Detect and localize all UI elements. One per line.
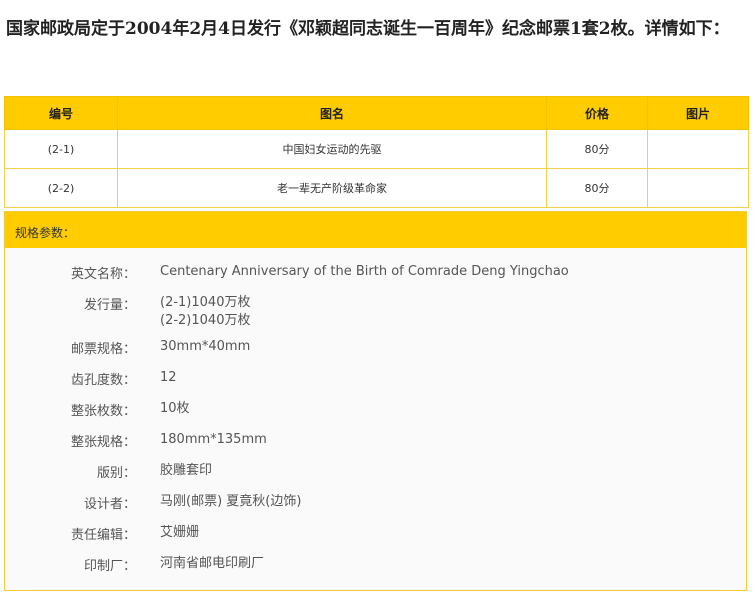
row-price: 80分 <box>546 168 648 208</box>
intro-paragraph: 国家邮政局定于2004年2月4日发行《邓颖超同志诞生一百周年》纪念邮票1套2枚。… <box>6 19 730 39</box>
spec-value: Centenary Anniversary of the Birth of Co… <box>160 264 569 279</box>
spec-label: 版别： <box>96 466 136 481</box>
row-name: 中国妇女运动的先驱 <box>117 129 547 169</box>
row-image <box>647 129 749 169</box>
specs-title: 规格参数： <box>5 212 746 248</box>
spec-value: (2-2)1040万枚 <box>160 313 251 328</box>
spec-label: 责任编辑： <box>70 528 136 543</box>
spec-label: 印制厂： <box>83 559 136 574</box>
stamp-table: 编号 图名 价格 图片 (2-1) 中国妇女运动的先驱 80分 (2-2) 老一… <box>4 96 749 208</box>
header-image: 图片 <box>647 96 749 130</box>
specs-panel: 规格参数： 英文名称： Centenary Anniversary of the… <box>4 211 747 591</box>
spec-value: 河南省邮电印刷厂 <box>160 556 265 571</box>
spec-value: 艾姗姗 <box>160 525 200 540</box>
header-num: 编号 <box>4 96 118 130</box>
header-price: 价格 <box>546 96 648 130</box>
table-header-row: 编号 图名 价格 图片 <box>4 96 749 130</box>
header-name: 图名 <box>117 96 547 130</box>
spec-label: 整张规格： <box>70 435 136 450</box>
spec-value: 180mm*135mm <box>160 432 267 447</box>
row-image <box>647 168 749 208</box>
spec-label: 齿孔度数： <box>70 373 136 388</box>
table-row: (2-2) 老一辈无产阶级革命家 80分 <box>4 168 749 208</box>
row-num: (2-1) <box>4 129 118 169</box>
spec-value: (2-1)1040万枚 <box>160 295 251 310</box>
spec-label: 整张枚数： <box>70 404 136 419</box>
spec-label: 设计者： <box>83 497 136 512</box>
spec-label: 发行量： <box>83 298 136 313</box>
spec-value: 30mm*40mm <box>160 339 251 354</box>
row-name: 老一辈无产阶级革命家 <box>117 168 547 208</box>
spec-value: 12 <box>160 370 177 385</box>
row-num: (2-2) <box>4 168 118 208</box>
spec-value: 胶雕套印 <box>160 463 213 478</box>
row-price: 80分 <box>546 129 648 169</box>
spec-value: 10枚 <box>160 401 190 416</box>
spec-value: 马刚(邮票) 夏竟秋(边饰) <box>160 494 302 509</box>
spec-label: 邮票规格： <box>70 342 136 357</box>
spec-label: 英文名称： <box>70 267 136 282</box>
table-row: (2-1) 中国妇女运动的先驱 80分 <box>4 129 749 169</box>
